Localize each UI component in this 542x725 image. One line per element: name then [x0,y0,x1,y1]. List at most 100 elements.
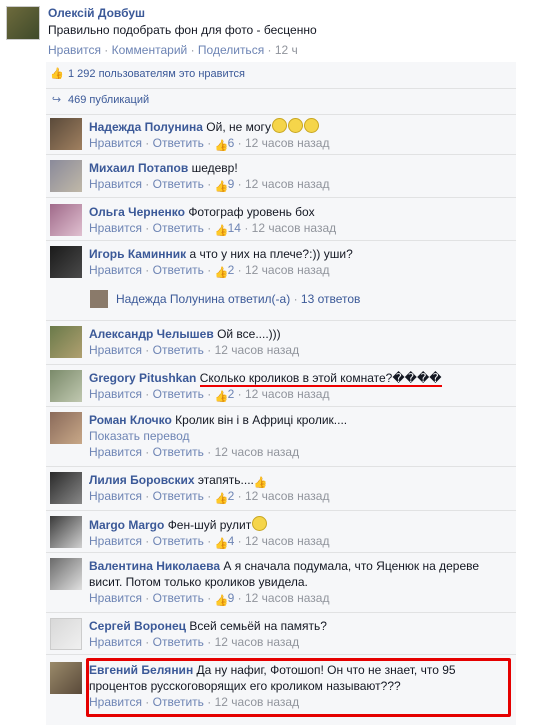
reply-count[interactable]: 13 ответов [301,292,361,306]
comment-author[interactable]: Валентина Николаева [89,559,220,573]
comment-text: а что у них на плече?:)) уши? [189,247,353,261]
commenter-avatar[interactable] [50,160,82,192]
thumbs-up-icon: 👍 [214,595,229,607]
show-translation-link[interactable]: Показать перевод [89,428,509,444]
commenter-avatar[interactable] [50,370,82,402]
comment-author[interactable]: Александр Челышев [89,327,214,341]
comment-like-link[interactable]: Нравится [89,263,142,277]
commenter-avatar[interactable] [50,472,82,504]
comment-reply-link[interactable]: Ответить [153,635,204,649]
thumbs-up-icon: 👍 [50,68,64,80]
post-comment-link[interactable]: Комментарий [112,43,188,57]
divider [46,364,516,365]
comment-like-count[interactable]: 2 [228,263,235,277]
likes-summary: 👍 1 292 пользователям это нравится [46,64,516,88]
comment-text: Ой все....))) [217,327,281,341]
post-timestamp[interactable]: 12 ч [275,43,298,57]
replies-summary[interactable]: Надежда Полунина ответил(-а) · 13 ответо… [90,288,510,312]
post-share-link[interactable]: Поделиться [198,43,264,57]
comment-reply-link[interactable]: Ответить [153,221,204,235]
commenter-avatar[interactable] [50,204,82,236]
comment-reply-link[interactable]: Ответить [153,136,204,150]
comment-like-link[interactable]: Нравится [89,534,142,548]
comment-time[interactable]: 12 часов назад [215,343,299,357]
reply-author-avatar [90,290,108,308]
comment-reply-link[interactable]: Ответить [153,177,204,191]
comment-time[interactable]: 12 часов назад [245,177,329,191]
comment-reply-link[interactable]: Ответить [153,591,204,605]
comment-like-link[interactable]: Нравится [89,387,142,401]
shares-summary-link[interactable]: 469 публикаций [68,94,149,106]
comment-like-link[interactable]: Нравится [89,136,142,150]
thumbs-up-icon: 👍 [214,181,229,193]
comment-author[interactable]: Надежда Полунина [89,120,203,134]
comment-author[interactable]: Лилия Боровских [89,473,195,487]
post-author-name[interactable]: Олексій Довбуш [48,6,145,20]
comment-like-count[interactable]: 9 [228,177,235,191]
commenter-avatar[interactable] [50,662,82,694]
commenter-avatar[interactable] [50,246,82,278]
comment-author[interactable]: Михаил Потапов [89,161,188,175]
post-author-avatar[interactable] [6,6,40,40]
comment-like-count[interactable]: 2 [228,489,235,503]
comment-reply-link[interactable]: Ответить [153,534,204,548]
comment-text: Фен-шуй рулит [167,518,252,532]
comment-reply-link[interactable]: Ответить [153,263,204,277]
comment-time[interactable]: 12 часов назад [245,534,329,548]
divider [46,197,516,198]
comment-reply-link[interactable]: Ответить [153,489,204,503]
emoji-icon [303,118,319,133]
comment-like-link[interactable]: Нравится [89,343,142,357]
comment-time[interactable]: 12 часов назад [245,591,329,605]
comment-reply-link[interactable]: Ответить [153,445,204,459]
commenter-avatar[interactable] [50,326,82,358]
comment-author[interactable]: Игорь Каминник [89,247,186,261]
comment-like-count[interactable]: 6 [228,136,235,150]
commenter-avatar[interactable] [50,618,82,650]
separator-dot: · [267,43,272,57]
comment-like-link[interactable]: Нравится [89,489,142,503]
comment-author[interactable]: Сергей Воронец [89,619,186,633]
post-like-link[interactable]: Нравится [48,43,101,57]
comment-time[interactable]: 12 часов назад [215,635,299,649]
emoji-icon [271,118,287,133]
comment-like-count[interactable]: 2 [228,387,235,401]
commenter-avatar[interactable] [50,412,82,444]
comment-like-link[interactable]: Нравится [89,635,142,649]
comment-reply-link[interactable]: Ответить [153,387,204,401]
comment-like-count[interactable]: 9 [228,591,235,605]
comment-author[interactable]: Роман Клочко [89,413,172,427]
comment-like-count[interactable]: 14 [228,221,241,235]
comment-text: Всей семьёй на память? [189,619,327,633]
likes-summary-link[interactable]: 1 292 пользователям это нравится [68,68,245,80]
separator-dot: · [190,43,195,57]
comment-time[interactable]: 12 часов назад [245,263,329,277]
comment-time[interactable]: 12 часов назад [245,136,329,150]
commenter-avatar[interactable] [50,516,82,548]
comment-time[interactable]: 12 часов назад [245,387,329,401]
comment-author[interactable]: Margo Margo [89,518,164,532]
thumbs-up-icon: 👍 [214,267,229,279]
commenter-avatar[interactable] [50,558,82,590]
post-header: Олексій Довбуш Правильно подобрать фон д… [6,6,536,42]
comment-author[interactable]: Ольга Черненко [89,205,185,219]
comment-like-link[interactable]: Нравится [89,221,142,235]
comment-time[interactable]: 12 часов назад [252,221,336,235]
post-text: Правильно подобрать фон для фото - бесце… [48,23,317,37]
thumbs-up-icon: 👍 [214,391,229,403]
reply-author[interactable]: Надежда Полунина [116,292,225,306]
post-actions: Нравится · Комментарий · Поделиться · 12… [48,43,298,57]
comment-text: этапять.... [197,473,254,487]
comment-like-link[interactable]: Нравится [89,177,142,191]
commenter-avatar[interactable] [50,118,82,150]
comment-like-link[interactable]: Нравится [89,445,142,459]
comment-time[interactable]: 12 часов назад [215,445,299,459]
shares-summary: ↪ 469 публикаций [46,90,516,114]
comment-author[interactable]: Gregory Pitushkan [89,371,196,385]
divider [46,114,516,115]
comment-time[interactable]: 12 часов назад [245,489,329,503]
comment-reply-link[interactable]: Ответить [153,343,204,357]
comment-like-link[interactable]: Нравится [89,591,142,605]
comment-like-count[interactable]: 4 [228,534,235,548]
comment-text: Ой, не могу [206,120,271,134]
